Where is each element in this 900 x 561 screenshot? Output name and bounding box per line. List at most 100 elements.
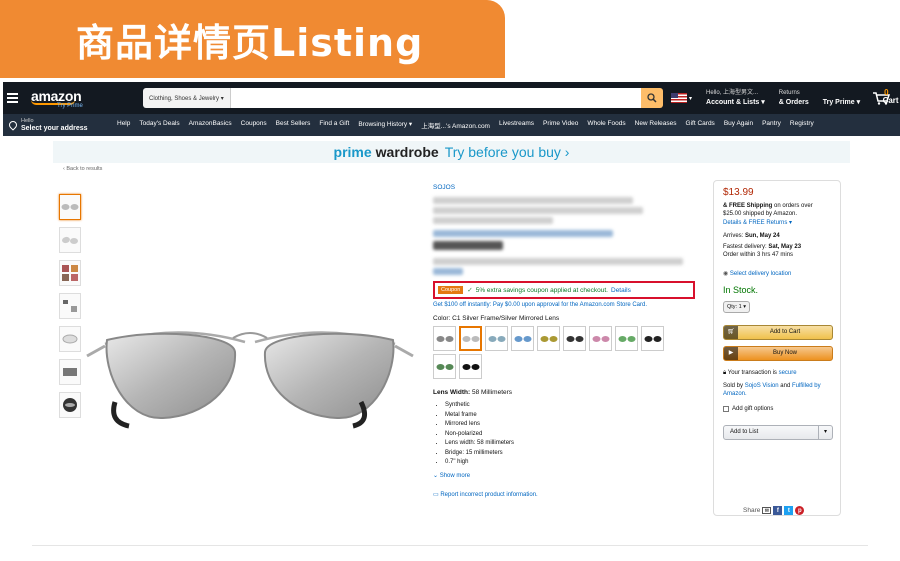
location-pin-icon [7,119,19,131]
color-value: C1 Silver Frame/Silver Mirrored Lens [452,315,560,322]
thumbnail[interactable] [59,227,81,253]
back-to-results-link[interactable]: ‹ Back to results [63,166,102,172]
thumbnail[interactable] [59,359,81,385]
secure-pre: Your transaction is [727,370,777,376]
hamburger-menu-icon[interactable] [7,93,25,103]
color-swatch[interactable] [615,326,638,351]
promo-wardrobe: wardrobe [375,144,439,160]
gift-label: Add gift options [732,405,774,412]
promo-prime: prime [333,144,372,160]
cart-button[interactable]: 0 Cart [872,88,899,105]
color-swatch[interactable] [459,326,482,351]
buy-box: $13.99 & FREE Shipping on orders over $2… [713,180,841,516]
add-to-list-label: Add to List [730,429,759,436]
subnav-link-livestreams[interactable]: Livestreams [499,120,534,130]
color-swatch[interactable] [589,326,612,351]
subnav-link-amazonbasics[interactable]: AmazonBasics [189,120,232,130]
thumbnail[interactable] [59,293,81,319]
thumbnail[interactable] [59,392,81,418]
subnav-link-prime-video[interactable]: Prime Video [543,120,578,130]
gift-options[interactable]: Add gift options [723,405,831,414]
returns-orders[interactable]: Returns & Orders [779,89,809,107]
amazon-logo[interactable]: amazon Try Prime [31,88,99,109]
report-incorrect-info-link[interactable]: ▭ Report incorrect product information. [433,491,695,498]
seller-link[interactable]: SojoS Vision [745,383,779,389]
color-swatch[interactable] [433,326,456,351]
subnav-link-pantry[interactable]: Pantry [762,120,781,130]
subnav-link-new-releases[interactable]: New Releases [635,120,677,130]
secure-link[interactable]: secure [779,370,797,376]
chevron-down-icon: ⌄ [433,472,439,479]
chevron-down-icon[interactable]: ▾ [818,426,832,439]
cart-label: Cart [882,96,899,105]
color-swatch[interactable] [459,354,482,379]
subnav-link-deals[interactable]: Today's Deals [139,120,179,130]
subnav-link-my-amazon[interactable]: 上海型...'s Amazon.com [421,120,490,130]
color-swatch[interactable] [537,326,560,351]
add-to-cart-label: Add to Cart [769,329,801,336]
delivery-location-link[interactable]: ◉ Select delivery location [723,270,831,279]
show-more-link[interactable]: ⌄ Show more [433,472,695,479]
divider [32,545,868,546]
color-swatch[interactable] [641,326,664,351]
subnav-link-best-sellers[interactable]: Best Sellers [276,120,311,130]
lens-width: Lens Width: 58 Millimeters [433,389,695,396]
prime-wardrobe-banner[interactable]: prime wardrobe Try before you buy › [53,141,850,163]
share-row: Share ✉ f t p [743,506,805,515]
report-label: Report incorrect product information. [440,491,538,498]
search-category-select[interactable]: Clothing, Shoes & Jewelry ▾ [143,88,231,108]
account-hello: Hello, 上海型男文... [706,90,759,96]
search-button[interactable] [641,88,663,108]
pinterest-icon[interactable]: p [795,506,805,515]
thumbnail[interactable] [59,260,81,286]
twitter-icon[interactable]: t [784,506,794,515]
sub-nav: Hello Select your address Help Today's D… [3,114,900,136]
buy-now-button[interactable]: ▶ Buy Now [723,346,833,361]
promo-cta: Try before you buy › [444,144,570,160]
fulfilled-pre: and [780,382,791,389]
facebook-icon[interactable]: f [773,506,783,515]
add-to-list-button[interactable]: Add to List ▾ [723,425,833,440]
add-to-cart-button[interactable]: 🛒︎ Add to Cart [723,325,833,340]
top-nav: amazon Try Prime Clothing, Shoes & Jewel… [3,82,900,114]
fastest-label: Fastest delivery: [723,243,767,250]
main-product-image[interactable] [85,292,415,437]
subnav-link-buy-again[interactable]: Buy Again [724,120,753,130]
email-icon[interactable]: ✉ [762,507,772,514]
search-input[interactable] [230,88,641,108]
thumbnail[interactable] [59,326,81,352]
color-swatch[interactable] [433,354,456,379]
us-flag-icon[interactable] [671,93,687,103]
list-item: 0.7" high [445,458,695,468]
delivery-address[interactable]: Hello Select your address [7,118,117,132]
subnav-link-browsing-history[interactable]: Browsing History ▾ [358,120,412,130]
subnav-link-gift-cards[interactable]: Gift Cards [686,120,715,130]
thumbnail[interactable] [59,194,81,220]
gift-checkbox[interactable] [723,405,729,412]
sold-by-pre: Sold by [723,382,744,389]
color-swatch[interactable] [485,326,508,351]
slide-banner: 商品详情页Listing [0,0,505,78]
brand-link[interactable]: SOJOS [433,184,695,191]
color-swatches [433,326,683,379]
subnav-link-whole-foods[interactable]: Whole Foods [587,120,625,130]
free-returns-link[interactable]: & FREE Returns ▾ [743,220,792,226]
account-lists[interactable]: Hello, 上海型男文... Account & Lists ▾ [706,89,765,107]
subnav-link-coupons[interactable]: Coupons [241,120,267,130]
subnav-link-help[interactable]: Help [117,120,130,130]
logo-text: amazon [31,87,82,104]
shipping-info: & FREE Shipping on orders over $25.00 sh… [723,202,831,219]
details-link[interactable]: Details [723,220,741,226]
price: $13.99 [723,187,754,198]
coupon-details-link[interactable]: Details [611,287,631,294]
try-prime-link[interactable]: Try Prime ▾ [823,89,860,107]
color-line: Color: C1 Silver Frame/Silver Mirrored L… [433,315,695,322]
color-swatch[interactable] [511,326,534,351]
secure-transaction: 🔒︎ Your transaction is secure [723,369,831,378]
subnav-link-find-gift[interactable]: Find a Gift [319,120,349,130]
quantity-select[interactable]: Qty: 1 ▾ [723,300,750,313]
slide-title: 商品详情页Listing [76,20,424,65]
store-card-offer[interactable]: Get $100 off instantly: Pay $0.00 upon a… [433,302,695,308]
subnav-link-registry[interactable]: Registry [790,120,814,130]
color-swatch[interactable] [563,326,586,351]
